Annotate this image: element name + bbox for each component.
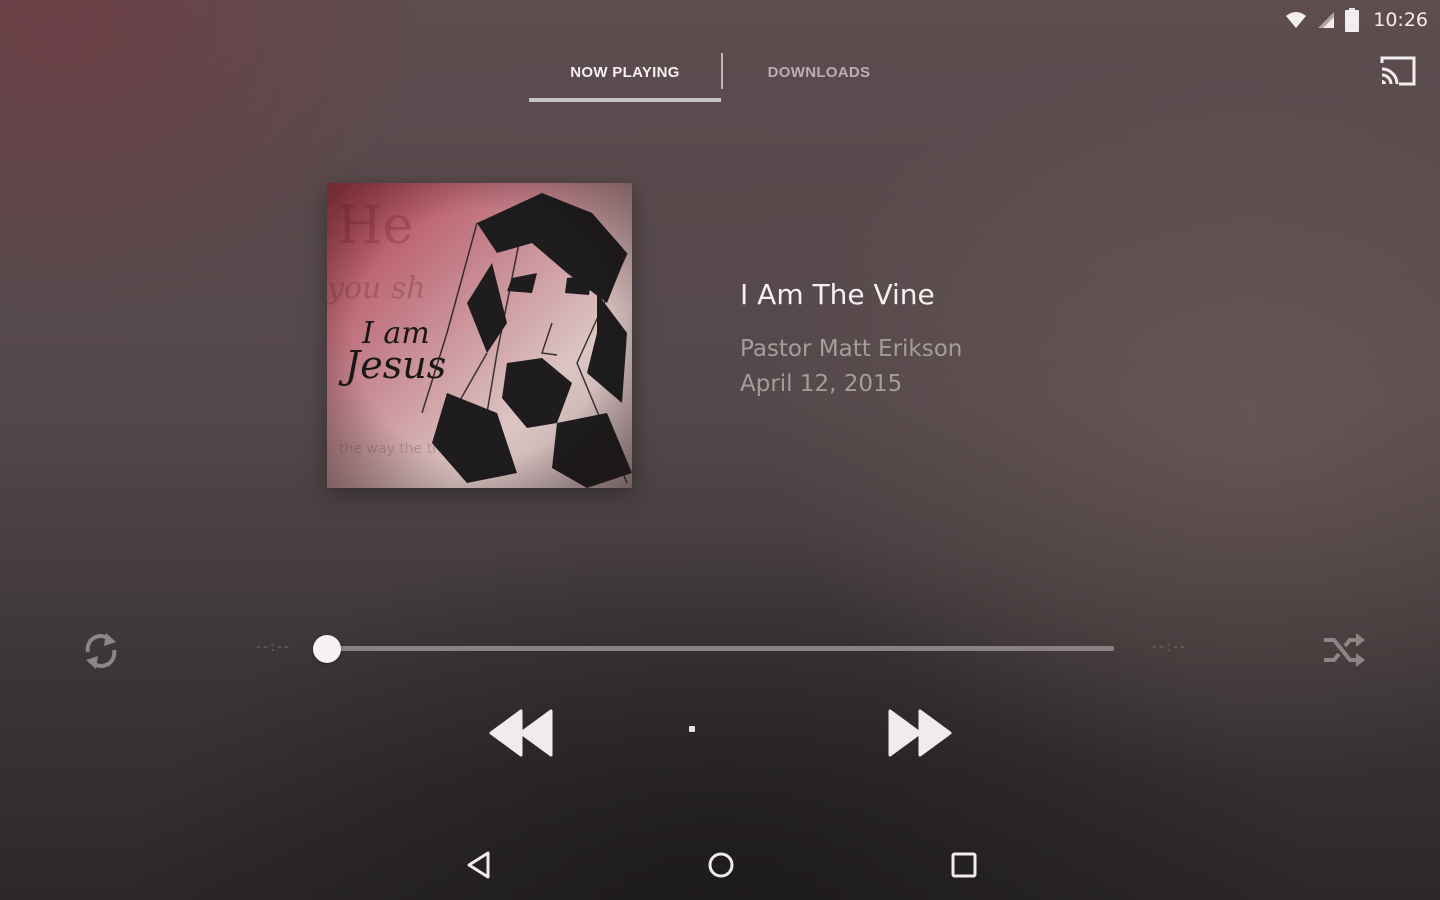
album-art: He you sh the way the truth xyxy=(327,183,632,488)
nav-recents-button[interactable] xyxy=(947,848,981,882)
seek-bar[interactable] xyxy=(313,634,1114,663)
tab-bar: NOW PLAYING DOWNLOADS xyxy=(529,45,915,103)
fast-forward-icon xyxy=(888,709,952,757)
cast-button[interactable] xyxy=(1378,54,1418,88)
nav-back-button[interactable] xyxy=(462,848,496,882)
fast-forward-button[interactable] xyxy=(886,707,954,759)
rewind-button[interactable] xyxy=(487,707,555,759)
tab-downloads[interactable]: DOWNLOADS xyxy=(723,45,915,100)
track-info: I Am The Vine Pastor Matt Erikson April … xyxy=(740,278,962,401)
cell-signal-icon xyxy=(1318,12,1335,28)
system-nav-bar xyxy=(0,830,1440,900)
tab-now-playing[interactable]: NOW PLAYING xyxy=(529,45,721,102)
now-playing-screen: 10:26 NOW PLAYING DOWNLOADS I Am The Vin… xyxy=(0,0,1440,900)
track-date: April 12, 2015 xyxy=(740,371,903,397)
rewind-icon xyxy=(489,709,553,757)
time-remaining: --:-- xyxy=(1152,639,1187,655)
repeat-button[interactable] xyxy=(80,630,122,672)
repeat-icon xyxy=(85,633,117,669)
nav-back-icon xyxy=(467,851,490,879)
status-time: 10:26 xyxy=(1373,9,1428,31)
wifi-icon xyxy=(1286,12,1307,28)
battery-icon xyxy=(1345,8,1360,32)
time-elapsed: --:-- xyxy=(256,639,291,655)
seek-thumb[interactable] xyxy=(313,634,341,663)
shuffle-icon xyxy=(1324,633,1365,667)
track-speaker: Pastor Matt Erikson xyxy=(740,336,963,362)
play-pause-button[interactable] xyxy=(672,709,714,751)
track-title: I Am The Vine xyxy=(740,278,935,311)
nav-home-icon xyxy=(708,852,734,878)
nav-home-button[interactable] xyxy=(704,848,738,882)
loading-indicator xyxy=(689,726,695,732)
shuffle-button[interactable] xyxy=(1320,630,1366,672)
status-bar: 10:26 xyxy=(1285,0,1440,40)
cast-icon xyxy=(1380,56,1416,86)
nav-recents-icon xyxy=(951,852,977,878)
